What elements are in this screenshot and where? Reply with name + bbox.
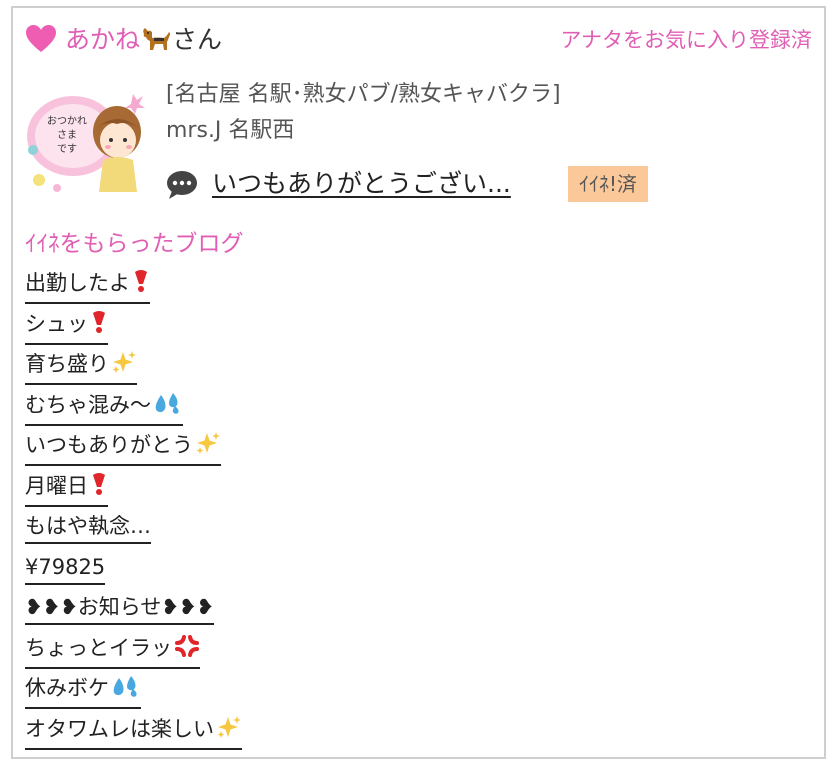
blog-post-link[interactable]: いつもありがとう: [25, 430, 221, 466]
profile-section: おつかれ さま です [名古屋 名駅･熟女パブ/熟女キャバクラ] mrs.J 名…: [25, 76, 815, 206]
list-item: もはや執念…: [25, 511, 242, 552]
list-item: 月曜日: [25, 471, 242, 512]
liked-blogs-title: ｲｲﾈをもらったブログ: [25, 231, 244, 257]
anger-symbol-icon: [174, 634, 200, 666]
list-item: 休みボケ: [25, 673, 242, 714]
red-exclamation-icon: [90, 472, 108, 504]
blog-post-link[interactable]: 出勤したよ: [25, 268, 150, 304]
blog-post-link[interactable]: 休みボケ: [25, 673, 141, 709]
sparkles-icon: [111, 350, 137, 382]
blog-post-link[interactable]: 月曜日: [25, 471, 108, 507]
avatar-text-1: おつかれ: [47, 115, 87, 127]
username-text: あかね: [65, 25, 141, 54]
blog-post-title: ❥❥❥お知らせ❥❥❥: [25, 595, 215, 619]
list-item: ❥❥❥お知らせ❥❥❥: [25, 592, 242, 633]
sparkles-icon: [216, 715, 242, 747]
list-item: 出勤したよ: [25, 268, 242, 309]
blog-post-title: もはや執念…: [25, 514, 151, 538]
username-suffix: さん: [172, 25, 223, 54]
liked-blogs-list: 出勤したよ シュッ 育ち盛り むちゃ混み〜 いつもありがとう 月曜日 もはや執念…: [25, 268, 242, 754]
sparkles-icon: [195, 431, 221, 463]
sweat-droplets-icon: [111, 674, 141, 706]
blog-post-title: ¥79825: [25, 554, 106, 579]
list-item: オタワムレは楽しい: [25, 714, 242, 755]
iine-status-badge: ｲｲﾈ!済: [568, 166, 649, 202]
message-preview-link[interactable]: いつもありがとうござい...: [212, 168, 511, 200]
blog-post-title: オタワムレは楽しい: [25, 716, 214, 741]
blog-post-link[interactable]: オタワムレは楽しい: [25, 714, 242, 750]
blog-post-link[interactable]: ¥79825: [25, 552, 106, 585]
heart-icon: [26, 25, 56, 52]
blog-post-title: シュッ: [25, 311, 88, 336]
list-item: 育ち盛り: [25, 349, 242, 390]
profile-card: あかね さん アナタをお気に入り登録済 おつかれ さま です [名古屋 名駅･熟…: [11, 6, 826, 759]
chat-bubble-icon: [167, 171, 197, 199]
blog-post-title: 休みボケ: [25, 676, 109, 700]
red-exclamation-icon: [90, 310, 108, 342]
list-item: ちょっとイラッ: [25, 633, 242, 674]
list-item: ¥79825: [25, 552, 242, 593]
card-header: あかね さん アナタをお気に入り登録済: [25, 20, 812, 60]
blog-post-title: ちょっとイラッ: [25, 635, 172, 660]
avatar-text-2: さま: [57, 129, 77, 141]
avatar-text-3: です: [57, 143, 77, 155]
shop-name[interactable]: [名古屋 名駅･熟女パブ/熟女キャバクラ]: [166, 80, 561, 110]
blog-post-title: むちゃ混み〜: [25, 392, 151, 417]
blog-post-link[interactable]: もはや執念…: [25, 511, 151, 544]
list-item: シュッ: [25, 309, 242, 350]
blog-post-link[interactable]: 育ち盛り: [25, 349, 137, 385]
dog-icon: [143, 28, 171, 50]
red-exclamation-icon: [132, 269, 150, 301]
blog-post-link[interactable]: ちょっとイラッ: [25, 633, 200, 669]
blog-post-link[interactable]: ❥❥❥お知らせ❥❥❥: [25, 592, 215, 625]
blog-post-link[interactable]: シュッ: [25, 309, 108, 345]
username-link[interactable]: あかね さん: [65, 24, 222, 56]
blog-post-title: 育ち盛り: [25, 352, 109, 376]
list-item: むちゃ混み〜: [25, 390, 242, 431]
blog-post-title: いつもありがとう: [25, 433, 193, 457]
list-item: いつもありがとう: [25, 430, 242, 471]
sweat-droplets-icon: [153, 391, 183, 423]
avatar[interactable]: おつかれ さま です: [25, 80, 147, 198]
blog-post-link[interactable]: むちゃ混み〜: [25, 390, 183, 426]
blog-post-title: 月曜日: [25, 473, 88, 498]
blog-post-title: 出勤したよ: [25, 271, 130, 295]
favorite-status: アナタをお気に入り登録済: [560, 28, 812, 52]
store-name[interactable]: mrs.J 名駅西: [166, 116, 294, 146]
